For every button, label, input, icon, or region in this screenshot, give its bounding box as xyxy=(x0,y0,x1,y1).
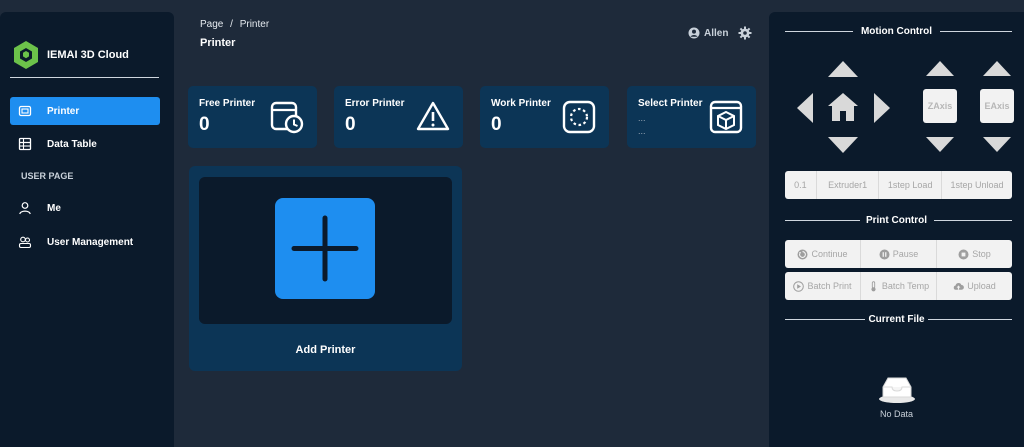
step-size-select[interactable]: 0.1 xyxy=(785,171,817,199)
stop-icon xyxy=(958,249,969,260)
print-control-row-1: Continue Pause Stop xyxy=(785,240,1012,268)
warning-icon xyxy=(416,101,450,131)
arrow-down-icon[interactable] xyxy=(827,136,859,154)
user-menu[interactable]: Allen xyxy=(688,27,728,39)
motion-options: 0.1 Extruder1 1step Load 1step Unload xyxy=(785,171,1012,199)
sidebar-item-printer[interactable]: Printer xyxy=(10,97,160,125)
batch-temp-label: Batch Temp xyxy=(881,281,930,291)
cloud-upload-icon xyxy=(953,281,965,292)
stat-card-error-printer: Error Printer 0 xyxy=(334,86,463,148)
section-divider xyxy=(928,319,1012,320)
upload-label: Upload xyxy=(967,281,996,291)
table-icon xyxy=(18,137,32,151)
section-divider xyxy=(940,31,1012,32)
empty-inbox-icon xyxy=(879,377,915,403)
gear-icon[interactable] xyxy=(738,26,752,40)
breadcrumb-current: Printer xyxy=(239,19,270,30)
z-axis-button[interactable]: ZAxis xyxy=(923,89,957,123)
users-icon xyxy=(18,235,32,249)
printer-box-icon xyxy=(709,100,743,134)
continue-icon xyxy=(797,249,808,260)
breadcrumb-separator: / xyxy=(230,19,233,30)
stop-button[interactable]: Stop xyxy=(937,240,1012,268)
e-axis-button[interactable]: EAxis xyxy=(980,89,1014,123)
add-printer-label: Add Printer xyxy=(295,344,356,356)
stat-card-free-printer: Free Printer 0 xyxy=(188,86,317,148)
sidebar-item-data-table[interactable]: Data Table xyxy=(10,130,160,158)
user-icon xyxy=(18,201,32,215)
arrow-up-icon[interactable] xyxy=(827,60,859,78)
stat-card-work-printer: Work Printer 0 xyxy=(480,86,609,148)
arrow-right-icon[interactable] xyxy=(873,92,891,124)
e-down-icon[interactable] xyxy=(982,136,1012,153)
sidebar-item-label: Me xyxy=(47,202,61,214)
unload-button[interactable]: 1step Unload xyxy=(942,171,1012,199)
batch-temp-button[interactable]: Batch Temp xyxy=(861,272,937,300)
pause-label: Pause xyxy=(892,249,919,259)
play-icon xyxy=(793,280,805,292)
z-up-icon[interactable] xyxy=(925,60,955,77)
load-button[interactable]: 1step Load xyxy=(879,171,942,199)
page-title: Printer xyxy=(200,37,236,49)
add-printer-area xyxy=(199,177,452,324)
stop-label: Stop xyxy=(972,249,991,259)
pause-button[interactable]: Pause xyxy=(861,240,937,268)
sidebar-item-label: User Management xyxy=(47,236,134,248)
loading-icon xyxy=(562,100,596,134)
continue-label: Continue xyxy=(811,249,848,259)
pause-icon xyxy=(879,249,890,260)
sidebar-section-user-page: USER PAGE xyxy=(21,171,74,181)
plus-icon xyxy=(291,215,359,282)
batch-print-button[interactable]: Batch Print xyxy=(785,272,861,300)
app-name: IEMAI 3D Cloud xyxy=(47,49,129,61)
upload-button[interactable]: Upload xyxy=(937,272,1012,300)
batch-print-label: Batch Print xyxy=(807,281,852,291)
printer-clock-icon xyxy=(270,101,304,134)
e-up-icon[interactable] xyxy=(982,60,1012,77)
logo: IEMAI 3D Cloud xyxy=(13,40,129,70)
sidebar-item-user-management[interactable]: User Management xyxy=(10,228,160,256)
sidebar: IEMAI 3D Cloud Printer Data Table USER P… xyxy=(0,12,174,447)
breadcrumb: Page / Printer xyxy=(200,19,273,30)
continue-button[interactable]: Continue xyxy=(785,240,861,268)
z-down-icon[interactable] xyxy=(925,136,955,153)
thermometer-icon xyxy=(868,280,879,292)
user-name: Allen xyxy=(704,27,729,39)
breadcrumb-page[interactable]: Page xyxy=(200,19,223,30)
sidebar-item-label: Printer xyxy=(47,105,80,117)
add-printer-card[interactable]: Add Printer xyxy=(189,166,462,371)
user-avatar-icon xyxy=(688,27,700,39)
no-data-text: No Data xyxy=(879,409,914,419)
add-printer-button[interactable] xyxy=(275,198,375,299)
extruder-select[interactable]: Extruder1 xyxy=(817,171,880,199)
printer-icon xyxy=(18,104,32,118)
print-control-row-2: Batch Print Batch Temp Upload xyxy=(785,272,1012,300)
sidebar-item-me[interactable]: Me xyxy=(10,194,160,222)
section-divider xyxy=(934,220,1012,221)
control-panel: Motion Control ZAxis EAxis 0.1 Extruder1… xyxy=(769,12,1024,447)
home-icon[interactable] xyxy=(827,92,859,122)
sidebar-divider xyxy=(10,77,159,78)
arrow-left-icon[interactable] xyxy=(796,92,814,124)
sidebar-item-label: Data Table xyxy=(47,138,97,150)
logo-icon xyxy=(14,41,38,69)
stat-card-select-printer[interactable]: Select Printer ... ... xyxy=(627,86,756,148)
